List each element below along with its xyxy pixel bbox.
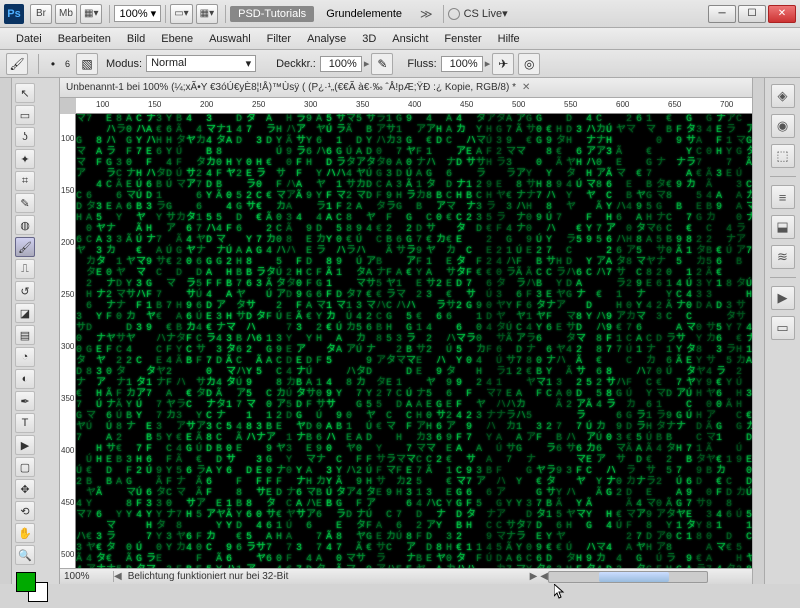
- cslive-icon: [448, 8, 460, 20]
- document-area: Unbenannt-1 bei 100% (¼;xÃ•Y €3óÚ€yÈ8¦!Å…: [60, 78, 752, 584]
- opacity-pressure-icon[interactable]: ✎: [371, 53, 393, 75]
- status-zoom[interactable]: 100%: [64, 571, 114, 582]
- brush-preview-icon[interactable]: •: [45, 56, 61, 72]
- foreground-swatch[interactable]: [16, 572, 36, 592]
- menu-auswahl[interactable]: Auswahl: [201, 33, 259, 45]
- panel-history-icon[interactable]: ▭: [771, 316, 795, 340]
- tool-lasso[interactable]: ʖ: [15, 127, 35, 147]
- close-button[interactable]: ✕: [768, 5, 796, 23]
- tool-magic-wand[interactable]: ✦: [15, 149, 35, 169]
- tool-notes[interactable]: ✥: [15, 479, 35, 499]
- bridge-button[interactable]: Br: [30, 4, 52, 24]
- tool-stamp[interactable]: ⎍: [15, 259, 35, 279]
- menu-3d[interactable]: 3D: [354, 33, 384, 45]
- tool-eyedropper[interactable]: ✎: [15, 193, 35, 213]
- toolbox: ↖ ▭ ʖ ✦ ⌗ ✎ ◍ 🖌 ⎍ ↺ ◪ ▤ ◔ ◐ ✒ T ▶ ▢ ✥ ⟲ …: [12, 78, 60, 584]
- opacity-label: Deckkr.:: [276, 58, 316, 70]
- tool-history-brush[interactable]: ↺: [15, 281, 35, 301]
- mode-select[interactable]: Normal▾: [146, 55, 256, 72]
- document-title: Unbenannt-1 bei 100% (¼;xÃ•Y €3óÚ€yÈ8¦!Å…: [66, 82, 516, 93]
- flow-label: Fluss:: [407, 58, 436, 70]
- airbrush-icon[interactable]: ✈: [492, 53, 514, 75]
- menu-filter[interactable]: Filter: [259, 33, 299, 45]
- mouse-cursor: [554, 584, 566, 600]
- options-bar: 🖌 • 6 ▧ Modus: Normal▾ Deckkr.: 100% ▸ ✎…: [0, 50, 800, 78]
- dock-left-collapse[interactable]: [0, 78, 12, 584]
- main: ↖ ▭ ʖ ✦ ⌗ ✎ ◍ 🖌 ⎍ ↺ ◪ ▤ ◔ ◐ ✒ T ▶ ▢ ✥ ⟲ …: [0, 78, 800, 584]
- tool-eraser[interactable]: ◪: [15, 303, 35, 323]
- panel-color-icon[interactable]: ≋: [771, 245, 795, 269]
- statusbar: 100% ◀ Belichtung funktioniert nur bei 3…: [60, 568, 752, 584]
- tool-dodge[interactable]: ◐: [15, 369, 35, 389]
- menu-bild[interactable]: Bild: [119, 33, 153, 45]
- workspace-psd-tutorials[interactable]: PSD-Tutorials: [230, 6, 314, 22]
- horizontal-scrollbar[interactable]: [548, 571, 708, 583]
- extras-button[interactable]: ▦▾: [196, 4, 218, 24]
- maximize-button[interactable]: ☐: [738, 5, 766, 23]
- tool-rectangle[interactable]: ▢: [15, 457, 35, 477]
- panel-actions-icon[interactable]: ▶: [771, 286, 795, 310]
- tool-move[interactable]: ↖: [15, 83, 35, 103]
- mode-label: Modus:: [106, 58, 142, 70]
- panel-layers-icon[interactable]: ◈: [771, 84, 795, 108]
- tool-marquee[interactable]: ▭: [15, 105, 35, 125]
- status-message: Belichtung funktioniert nur bei 32-Bit: [122, 571, 530, 582]
- tool-blur[interactable]: ◔: [15, 347, 35, 367]
- panel-paths-icon[interactable]: ⬚: [771, 144, 795, 168]
- cslive-button[interactable]: CS Live ▾: [448, 7, 508, 20]
- tool-preset-icon[interactable]: 🖌: [6, 53, 28, 75]
- panel-channels-icon[interactable]: ◉: [771, 114, 795, 138]
- menu-analyse[interactable]: Analyse: [299, 33, 354, 45]
- menu-hilfe[interactable]: Hilfe: [490, 33, 528, 45]
- zoom-select[interactable]: 100% ▾: [114, 5, 161, 22]
- document-tab[interactable]: Unbenannt-1 bei 100% (¼;xÃ•Y €3óÚ€yÈ8¦!Å…: [60, 78, 752, 98]
- flow-field[interactable]: 100%: [441, 56, 483, 72]
- tab-close-icon[interactable]: ✕: [522, 82, 530, 93]
- menu-ansicht[interactable]: Ansicht: [384, 33, 436, 45]
- workspace-grundelemente[interactable]: Grundelemente: [318, 6, 410, 22]
- minimize-button[interactable]: ─: [708, 5, 736, 23]
- scrollbar-thumb[interactable]: [599, 572, 669, 582]
- tool-3d-rotate[interactable]: ⟲: [15, 501, 35, 521]
- screen-mode-button[interactable]: ▭▾: [170, 4, 192, 24]
- arrange-button[interactable]: ▦▾: [80, 4, 102, 24]
- titlebar: Ps Br Mb ▦▾ 100% ▾ ▭▾ ▦▾ PSD-Tutorials G…: [0, 0, 800, 28]
- ruler-vertical[interactable]: 100150200250300350400450500: [60, 114, 76, 568]
- ruler-horizontal[interactable]: 100150200250300350400450500550600650700: [76, 98, 752, 114]
- brush-panel-icon[interactable]: ▧: [76, 53, 98, 75]
- tool-brush[interactable]: 🖌: [15, 237, 35, 257]
- panel-adjustments-icon[interactable]: ≡: [771, 185, 795, 209]
- brush-size: 6: [65, 59, 70, 69]
- tool-zoom[interactable]: 🔍: [15, 545, 35, 565]
- menubar: Datei Bearbeiten Bild Ebene Auswahl Filt…: [0, 28, 800, 50]
- tool-path-select[interactable]: ▶: [15, 435, 35, 455]
- opacity-field[interactable]: 100%: [320, 56, 362, 72]
- menu-ebene[interactable]: Ebene: [153, 33, 201, 45]
- right-dock: ◈ ◉ ⬚ ≡ ⬓ ≋ ▶ ▭: [764, 78, 800, 584]
- tablet-pressure-icon[interactable]: ◎: [518, 53, 540, 75]
- canvas[interactable]: マ G マ マ ア C D H 6 ヤ 3 サ 0 0 タ D ナ € 7 G …: [76, 114, 752, 568]
- color-swatches[interactable]: [14, 572, 57, 608]
- tool-crop[interactable]: ⌗: [15, 171, 35, 191]
- tool-type[interactable]: T: [15, 413, 35, 433]
- tool-healing[interactable]: ◍: [15, 215, 35, 235]
- workspace-more[interactable]: ≫: [414, 7, 439, 21]
- tool-hand[interactable]: ✋: [15, 523, 35, 543]
- tool-pen[interactable]: ✒: [15, 391, 35, 411]
- menu-datei[interactable]: Datei: [8, 33, 50, 45]
- minibridge-button[interactable]: Mb: [55, 4, 77, 24]
- menu-bearbeiten[interactable]: Bearbeiten: [50, 33, 119, 45]
- menu-fenster[interactable]: Fenster: [436, 33, 489, 45]
- tool-gradient[interactable]: ▤: [15, 325, 35, 345]
- app-icon: Ps: [4, 4, 24, 24]
- dock-right-collapse[interactable]: [752, 78, 764, 584]
- panel-styles-icon[interactable]: ⬓: [771, 215, 795, 239]
